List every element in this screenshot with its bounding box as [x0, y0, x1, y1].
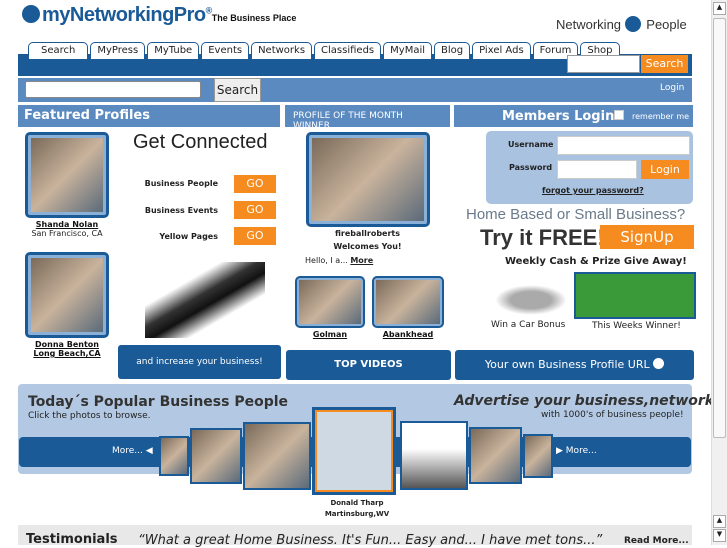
network-cable-image — [145, 262, 265, 338]
featured-photo-2[interactable] — [25, 252, 109, 338]
scroll-down-icon: ▼ — [713, 529, 726, 542]
increase-business-banner[interactable]: and increase your business! — [118, 345, 281, 379]
globe-icon — [653, 358, 665, 369]
password-input[interactable] — [557, 160, 637, 179]
person-thumb[interactable] — [190, 428, 242, 484]
arrow-right-icon: ▶ — [556, 446, 563, 456]
globe-icon — [624, 16, 641, 32]
featured-photo-1[interactable] — [25, 132, 109, 218]
profile-link[interactable]: Donna Benton — [35, 340, 99, 349]
video-link[interactable]: Golman — [313, 330, 347, 339]
top-search-button[interactable]: Search — [641, 55, 688, 73]
networking-people-logo: Networking People — [556, 16, 687, 32]
profile-link[interactable]: Shanda Nolan — [36, 220, 99, 229]
more-left-button[interactable]: More... ◀ — [112, 446, 153, 456]
person-thumb[interactable] — [243, 422, 311, 490]
potm-header: PROFILE OF THE MONTH WINNER — [285, 105, 450, 131]
username-input[interactable] — [557, 136, 690, 155]
tab-events[interactable]: Events — [201, 42, 250, 59]
go-business-events-button[interactable]: GO — [234, 201, 276, 219]
remember-me-checkbox[interactable] — [614, 110, 624, 120]
arrow-left-icon: ◀ — [145, 446, 153, 456]
scrollbar[interactable]: ▲ ▲ ▼ — [711, 0, 727, 545]
login-button[interactable]: Login — [641, 160, 689, 179]
video-thumb-abankhead[interactable] — [372, 276, 444, 328]
scroll-up-icon: ▲ — [713, 2, 726, 15]
more-link[interactable]: More — [350, 256, 373, 265]
car-image[interactable] — [495, 285, 567, 315]
get-connected-title: Get Connected — [133, 131, 268, 153]
person-thumb[interactable] — [469, 427, 522, 484]
top-search-input[interactable] — [567, 55, 640, 73]
search-input[interactable] — [25, 81, 201, 98]
tab-pixel-ads[interactable]: Pixel Ads — [472, 42, 531, 59]
go-yellow-pages-button[interactable]: GO — [234, 227, 276, 245]
search-button[interactable]: Search — [214, 78, 261, 102]
video-thumb-golman[interactable] — [295, 276, 365, 328]
go-business-people-button[interactable]: GO — [234, 175, 276, 193]
tab-networks[interactable]: Networks — [251, 42, 313, 59]
business-profile-url-button[interactable]: Your own Business Profile URL — [455, 350, 694, 380]
tab-mytube[interactable]: MyTube — [147, 42, 200, 59]
person-thumb[interactable] — [159, 436, 189, 476]
person-thumb[interactable] — [400, 421, 468, 490]
logo-globe-icon — [22, 5, 40, 23]
forgot-password-link[interactable]: forgot your password? — [542, 186, 644, 195]
nav-tabs: Search MyPress MyTube Events Networks Cl… — [28, 42, 620, 59]
featured-profiles-header: Featured Profiles — [18, 105, 280, 127]
more-right-button[interactable]: ▶ More... — [556, 446, 597, 456]
top-videos-button[interactable]: TOP VIDEOS — [286, 350, 451, 380]
site-logo[interactable]: myNetworkingPro®The Business Place — [22, 4, 296, 27]
potm-photo[interactable] — [306, 132, 430, 227]
tab-mypress[interactable]: MyPress — [90, 42, 146, 59]
tab-classifieds[interactable]: Classifieds — [314, 42, 382, 59]
person-thumb[interactable] — [523, 434, 553, 478]
login-link[interactable]: Login — [660, 83, 684, 93]
tab-mymail[interactable]: MyMail — [383, 42, 433, 59]
scrollbar-thumb[interactable] — [713, 18, 726, 438]
members-login-header: Members Login remember me — [454, 105, 693, 127]
selected-person-thumb[interactable] — [312, 407, 396, 495]
tab-search[interactable]: Search — [28, 42, 89, 59]
signup-button[interactable]: SignUp — [600, 225, 694, 249]
video-link[interactable]: Abankhead — [383, 330, 434, 339]
tab-blog[interactable]: Blog — [434, 42, 471, 59]
winner-image[interactable] — [574, 272, 696, 319]
location-link[interactable]: Long Beach,CA — [33, 349, 100, 358]
scroll-up-icon: ▲ — [713, 515, 726, 528]
